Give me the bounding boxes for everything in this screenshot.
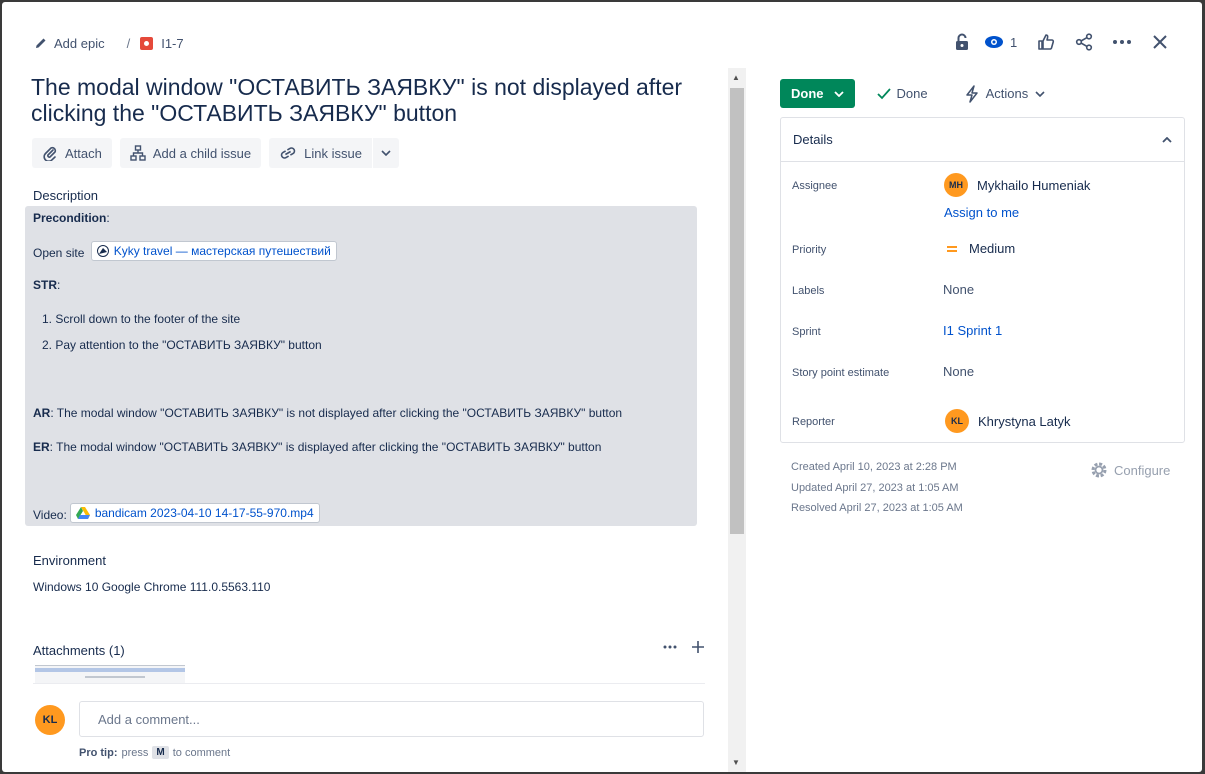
breadcrumb: Add epic / I1-7	[35, 33, 184, 53]
issue-title[interactable]: The modal window "ОСТАВИТЬ ЗАЯВКУ" is no…	[31, 74, 691, 126]
priority-value[interactable]: Medium	[944, 241, 1015, 256]
attachments-header: Attachments (1)	[33, 640, 705, 666]
str-line: STR:	[33, 278, 61, 292]
divider	[33, 683, 705, 684]
lightning-icon	[965, 84, 978, 103]
description-field[interactable]: Precondition: Open site Kyky travel — ма…	[25, 206, 697, 526]
issue-toolbar: Attach Add a child issue Link issue	[32, 138, 399, 168]
pencil-icon	[36, 38, 46, 48]
check-icon	[876, 87, 891, 99]
assignee-value[interactable]: MH Mykhailo Humeniak	[944, 173, 1090, 197]
breadcrumb-separator: /	[126, 35, 131, 51]
priority-label: Priority	[792, 244, 827, 256]
er-line: ER: The modal window "ОСТАВИТЬ ЗАЯВКУ" i…	[33, 440, 602, 454]
close-icon[interactable]	[1144, 28, 1176, 56]
avatar: MH	[944, 173, 968, 197]
avatar: KL	[945, 409, 969, 433]
sprint-label: Sprint	[792, 326, 821, 338]
reporter-value[interactable]: KL Khrystyna Latyk	[945, 409, 1071, 433]
ar-line: AR: The modal window "ОСТАВИТЬ ЗАЯВКУ" i…	[33, 406, 623, 420]
chevron-down-icon	[381, 150, 391, 156]
link-icon	[280, 147, 296, 159]
story-point-label: Story point estimate	[792, 367, 890, 379]
comment-input[interactable]: Add a comment...	[79, 701, 704, 737]
add-child-issue-button[interactable]: Add a child issue	[119, 138, 262, 168]
labels-label: Labels	[792, 285, 825, 297]
issue-key-link[interactable]: I1-7	[161, 36, 183, 51]
chevron-down-icon	[1035, 90, 1045, 97]
precondition-line: Precondition:	[33, 211, 110, 225]
site-link[interactable]: Kyky travel — мастерская путешествий	[90, 241, 337, 261]
attach-button[interactable]: Attach	[32, 138, 112, 168]
scrollbar-thumb[interactable]	[730, 88, 744, 534]
link-issue-group: Link issue	[269, 138, 399, 168]
description-label: Description	[33, 188, 99, 203]
lock-icon[interactable]	[946, 28, 978, 56]
labels-value[interactable]: None	[943, 282, 974, 297]
watch-button[interactable]: 1	[984, 35, 1024, 50]
issue-main-column: The modal window "ОСТАВИТЬ ЗАЯВКУ" is no…	[2, 66, 726, 772]
link-issue-button[interactable]: Link issue	[269, 138, 372, 168]
updated-date: Updated April 27, 2023 at 1:05 AM	[791, 482, 959, 494]
created-date: Created April 10, 2023 at 2:28 PM	[791, 461, 957, 473]
scroll-up-icon[interactable]: ▲	[732, 73, 740, 82]
share-icon[interactable]	[1068, 28, 1100, 56]
more-icon[interactable]	[663, 640, 677, 654]
header-actions: 1	[940, 28, 1176, 56]
open-site-line: Open site Kyky travel — мастерская путеш…	[33, 241, 337, 261]
details-panel: Details Assignee MH Mykhailo Humeniak As…	[780, 117, 1185, 443]
environment-label: Environment	[33, 553, 106, 568]
plus-icon[interactable]	[691, 640, 705, 654]
google-drive-icon	[75, 507, 90, 519]
pro-tip: Pro tip: press M to comment	[79, 746, 231, 759]
status-button[interactable]: Done	[780, 79, 855, 108]
watch-count: 1	[1010, 34, 1018, 50]
video-link[interactable]: bandicam 2023-04-10 14-17-55-970.mp4	[69, 503, 320, 523]
video-line: Video: bandicam 2023-04-10 14-17-55-970.…	[33, 503, 320, 523]
more-icon[interactable]	[1106, 28, 1138, 56]
resolved-date: Resolved April 27, 2023 at 1:05 AM	[791, 502, 963, 514]
story-point-value[interactable]: None	[943, 364, 974, 379]
issue-modal: Add epic / I1-7 1 The modal window "ОСТА…	[2, 2, 1202, 772]
actions-button[interactable]: Actions	[965, 84, 1046, 103]
more-actions-dropdown[interactable]	[372, 138, 399, 168]
status-row: Done Done Actions	[780, 79, 1045, 108]
step-item: 1. Scroll down to the footer of the site	[42, 312, 241, 326]
like-icon[interactable]	[1030, 28, 1062, 56]
avatar: KL	[35, 705, 65, 735]
assignee-label: Assignee	[792, 180, 838, 192]
gear-icon	[1091, 462, 1107, 478]
sprint-value[interactable]: I1 Sprint 1	[943, 323, 1002, 338]
configure-button[interactable]: Configure	[1090, 461, 1170, 479]
bug-icon	[140, 36, 154, 50]
keyboard-shortcut: M	[152, 746, 169, 759]
site-favicon-icon	[96, 245, 109, 257]
attachments-label: Attachments (1)	[33, 643, 125, 658]
details-header[interactable]: Details	[781, 118, 1184, 162]
resolution-indicator: Done	[876, 86, 928, 101]
step-item: 2. Pay attention to the "ОСТАВИТЬ ЗАЯВКУ…	[42, 338, 322, 352]
environment-value[interactable]: Windows 10 Google Chrome 111.0.5563.110	[33, 580, 270, 594]
hierarchy-icon	[130, 145, 146, 161]
main-scrollbar[interactable]: ▲ ▼	[728, 68, 746, 772]
attachment-thumbnail[interactable]	[35, 665, 185, 683]
eye-icon	[985, 36, 1003, 48]
paperclip-icon	[43, 146, 57, 161]
chevron-down-icon	[833, 90, 844, 97]
add-epic-link[interactable]: Add epic	[54, 36, 105, 51]
chevron-up-icon	[1162, 136, 1172, 143]
priority-medium-icon	[947, 245, 957, 252]
scroll-down-icon[interactable]: ▼	[732, 758, 740, 767]
assign-to-me-link[interactable]: Assign to me	[944, 205, 1019, 220]
reporter-label: Reporter	[792, 416, 835, 428]
